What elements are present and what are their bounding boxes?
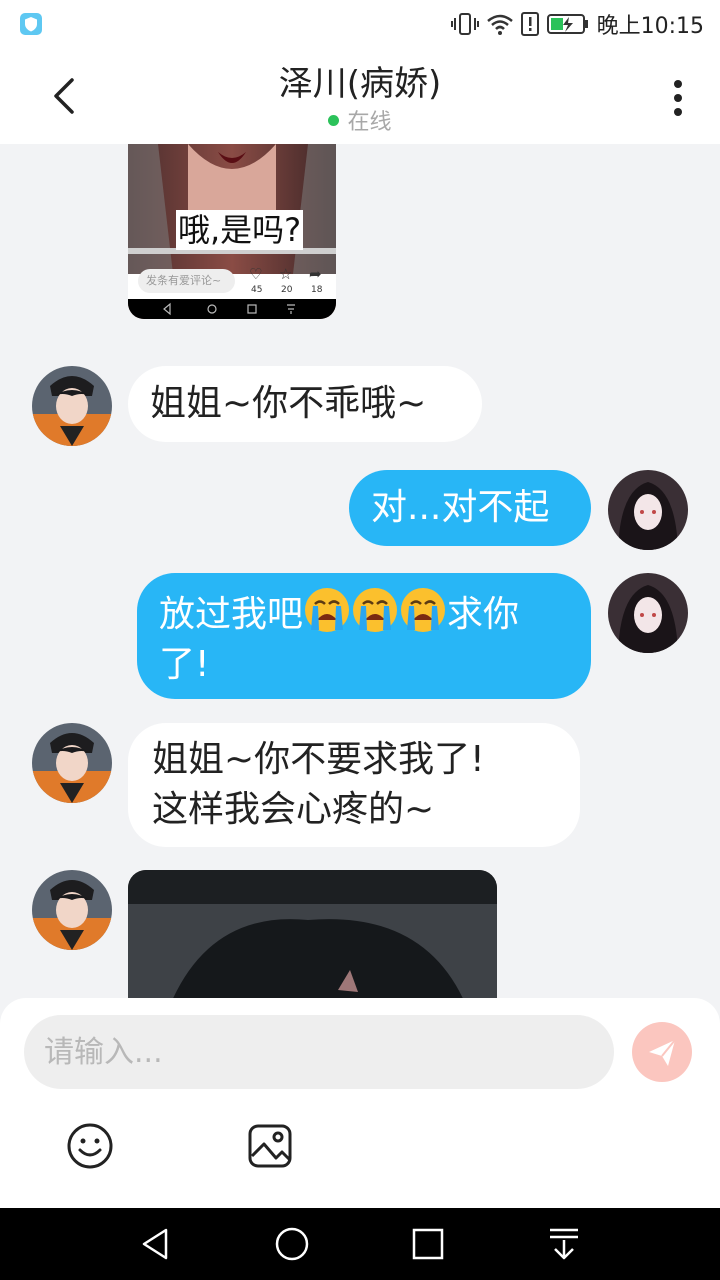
message-list[interactable]: 哦,是吗? 发条有爱评论~ ♡ ☆ ➦ 45 20 18 姐姐~你不乖哦~ 对.… (0, 144, 720, 998)
share-count: 18 (311, 285, 323, 295)
star-icon: ☆ (279, 265, 293, 283)
heart-icon: ♡ (249, 265, 263, 283)
star-count: 20 (281, 285, 293, 295)
online-status: 在线 (0, 104, 720, 136)
recents-square-icon[interactable] (408, 1224, 448, 1264)
online-status-text: 在线 (347, 110, 392, 135)
message-line: 这样我会心疼的~ (152, 789, 435, 830)
message-bubble[interactable]: 姐姐~你不乖哦~ (128, 366, 482, 442)
contact-avatar[interactable] (32, 723, 112, 803)
more-vertical-icon[interactable] (670, 78, 686, 118)
image-icon[interactable] (246, 1122, 294, 1170)
contact-avatar[interactable] (32, 366, 112, 446)
status-bar: 晚上10:15 (0, 0, 720, 48)
status-time: 晚上10:15 (596, 14, 704, 39)
input-panel (0, 998, 720, 1208)
loudly-crying-face-icon (401, 588, 446, 632)
loudly-crying-face-icon (305, 588, 350, 632)
message-bubble[interactable]: 对...对不起 (349, 470, 591, 546)
image-message[interactable] (128, 870, 497, 998)
like-count: 45 (251, 285, 263, 295)
navigation-bar (0, 1208, 720, 1280)
contact-name: 泽川(病娇) (278, 64, 442, 104)
paper-plane-icon (649, 1039, 676, 1066)
vibrate-icon (450, 13, 479, 35)
emoji-icon[interactable] (66, 1122, 114, 1170)
contact-avatar[interactable] (32, 870, 112, 950)
message-text-prefix: 放过我吧 (159, 594, 304, 635)
send-button[interactable] (632, 1022, 692, 1082)
message-bubble[interactable]: 放过我吧 求你了! (137, 573, 591, 699)
message-line: 姐姐~你不要求我了! (152, 739, 485, 780)
comment-placeholder: 发条有爱评论~ (146, 274, 222, 287)
chat-header: 泽川(病娇) 在线 (0, 48, 720, 144)
back-triangle-icon[interactable] (136, 1224, 176, 1264)
alert-icon (520, 12, 539, 36)
battery-charging-icon (546, 14, 588, 34)
user-avatar[interactable] (608, 470, 688, 550)
image-message[interactable]: 哦,是吗? 发条有爱评论~ ♡ ☆ ➦ 45 20 18 (128, 144, 336, 319)
message-input[interactable] (24, 1015, 614, 1089)
home-circle-icon[interactable] (272, 1224, 312, 1264)
message-bubble[interactable]: 姐姐~你不要求我了! 这样我会心疼的~ (128, 723, 580, 847)
image-caption: 哦,是吗? (176, 210, 304, 250)
app-shield-icon (20, 13, 42, 35)
notification-pull-icon[interactable] (544, 1224, 584, 1264)
user-avatar[interactable] (608, 573, 688, 653)
online-dot (328, 115, 340, 126)
wifi-icon (486, 14, 513, 35)
share-icon: ➦ (309, 265, 322, 283)
loudly-crying-face-icon (353, 588, 398, 632)
dark-hair-image (128, 870, 497, 998)
